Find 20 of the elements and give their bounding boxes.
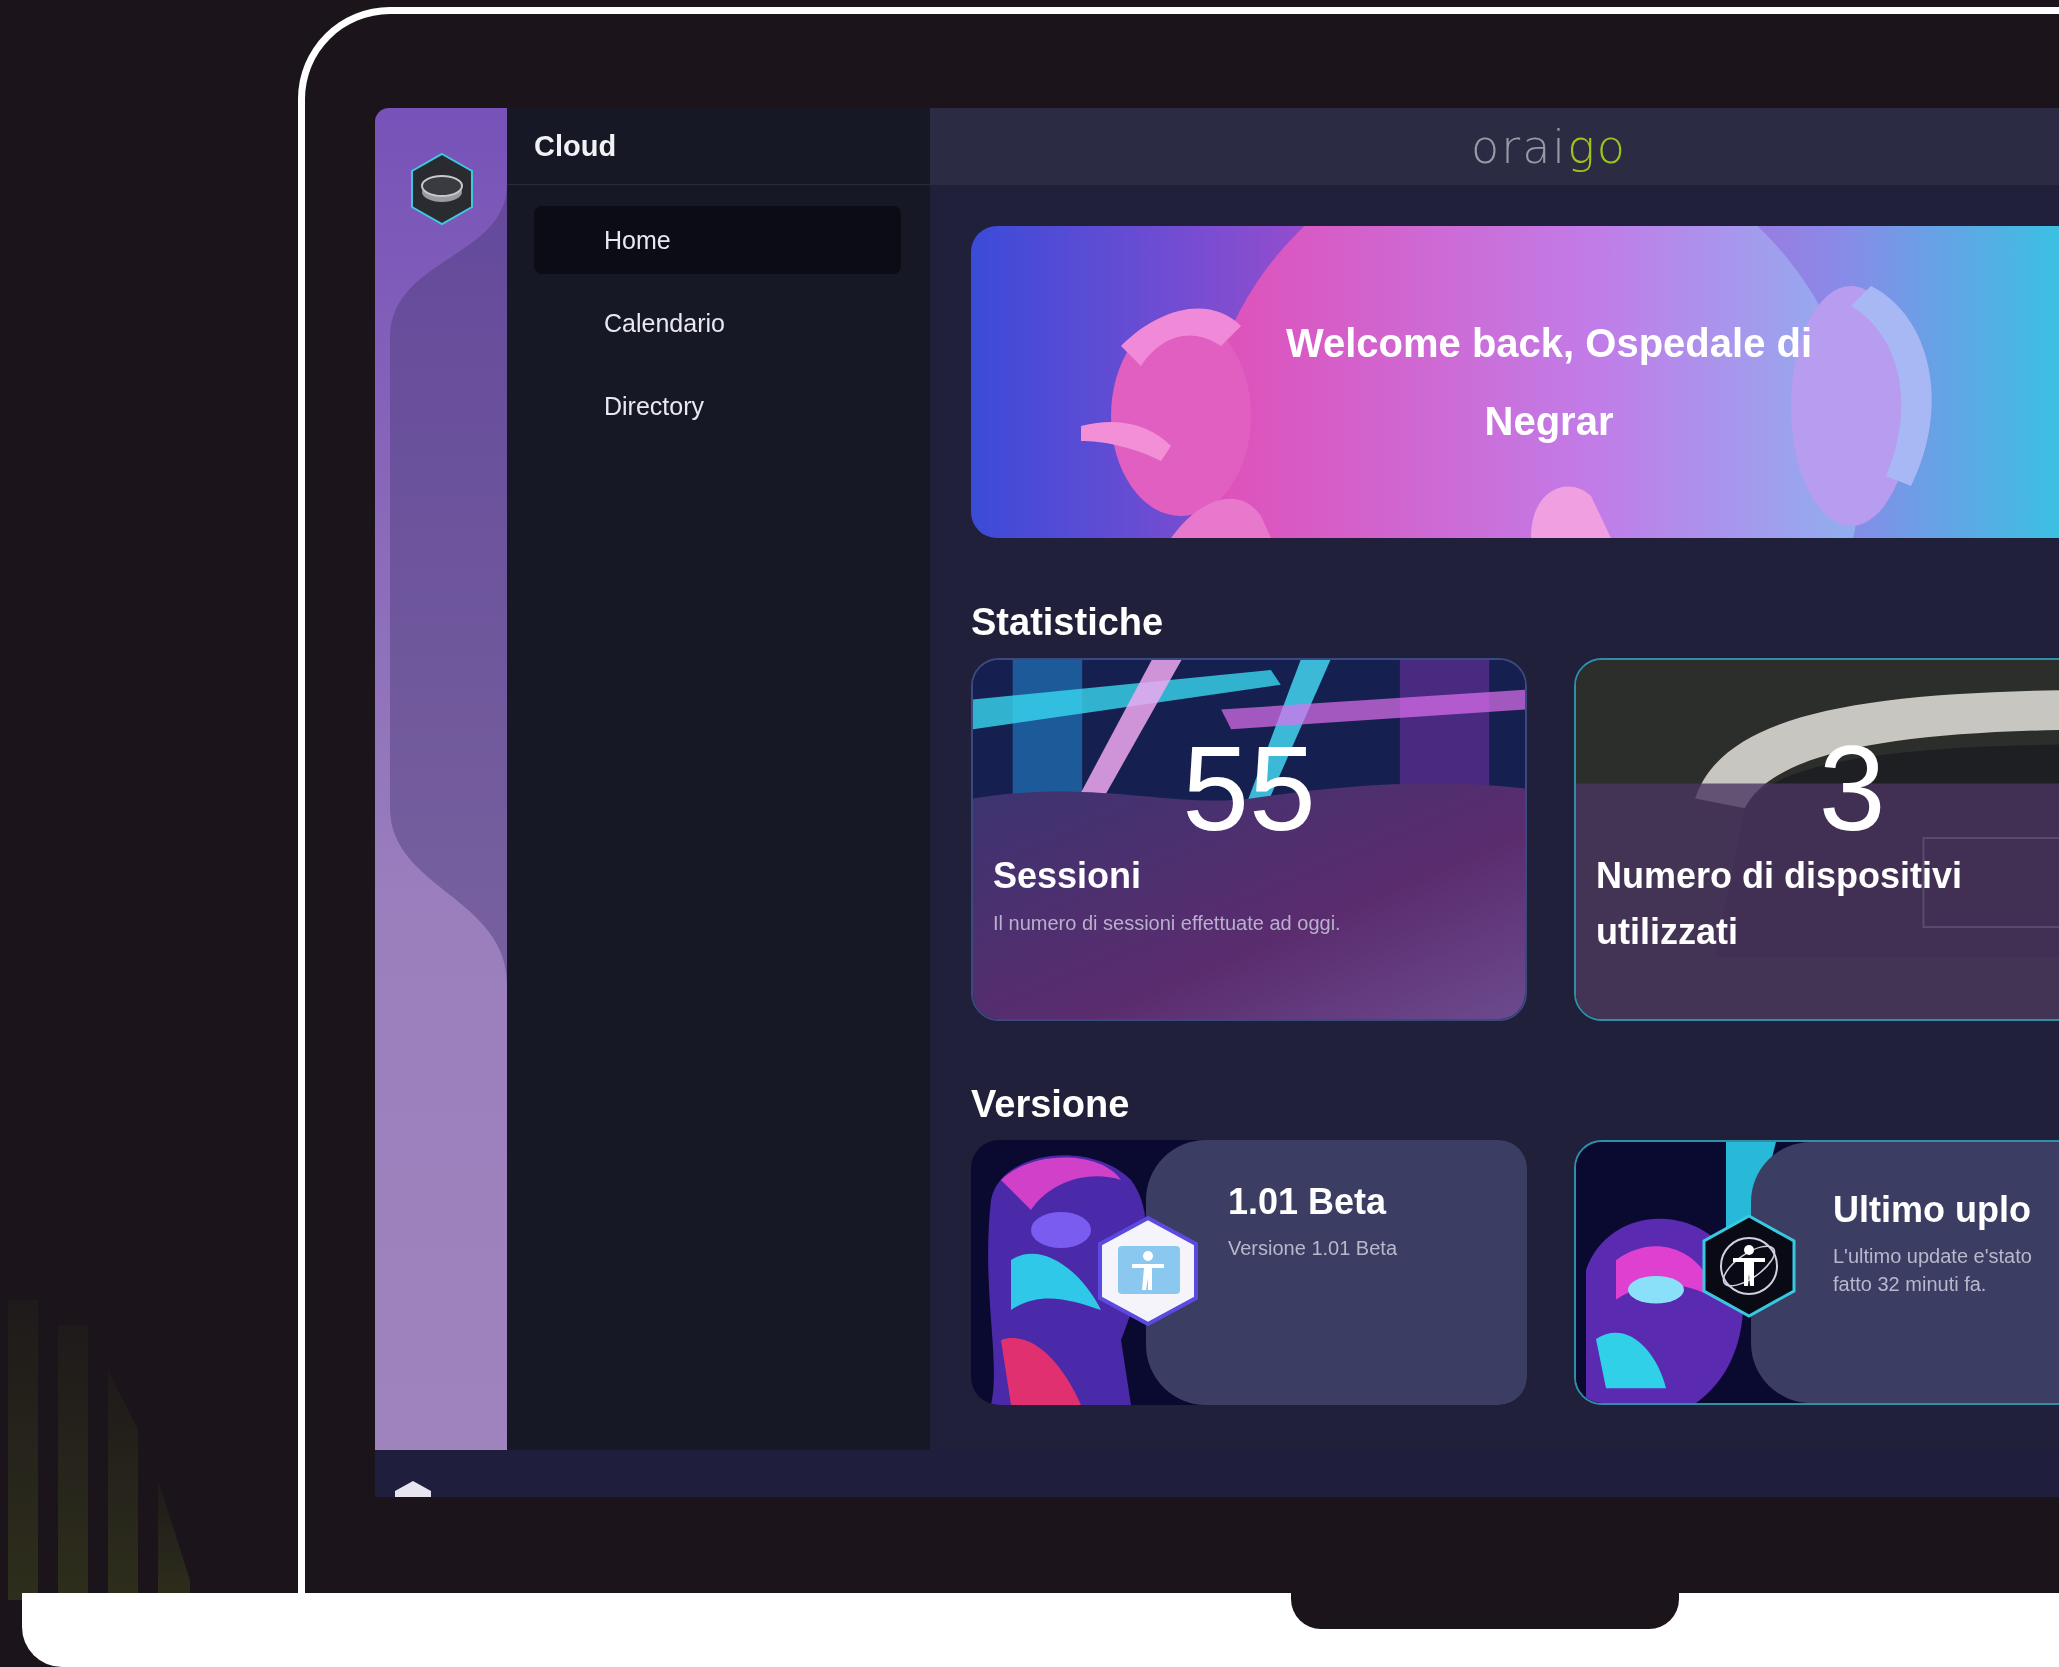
puck-icon [409, 152, 475, 226]
person-orbit-icon [1701, 1214, 1797, 1318]
section-heading: Versione [971, 1082, 1131, 1127]
stat-value: 55 [1181, 728, 1317, 848]
logo-text: orai go [1471, 123, 1627, 170]
version-description: Versione 1.01 Beta [1228, 1236, 1398, 1261]
version-title: 1.01 Beta [1228, 1180, 1388, 1224]
stat-description: Il numero di sessioni effettuate ad oggi. [993, 912, 1342, 935]
stat-value: 3 [1817, 728, 1887, 848]
welcome-heading: Welcome back, Ospedale di Negrar [1284, 320, 1814, 445]
sidebar-item[interactable]: Calendario [534, 289, 901, 357]
sidebar-item[interactable]: Home [534, 206, 901, 274]
sidebar-title: Cloud [534, 129, 617, 163]
version-title: Ultimo uplo [1833, 1188, 2032, 1232]
stat-title: Sessioni [993, 854, 1143, 898]
version-description: L'ultimo update e'stato fatto 32 minuti fa. [1833, 1244, 2033, 1297]
sidebar-item[interactable]: Directory [534, 372, 901, 440]
section-heading: Statistiche [971, 600, 1165, 645]
person-screen-icon [1096, 1216, 1200, 1326]
stat-title: Numero di dispositivi utilizzati [1596, 854, 1964, 954]
